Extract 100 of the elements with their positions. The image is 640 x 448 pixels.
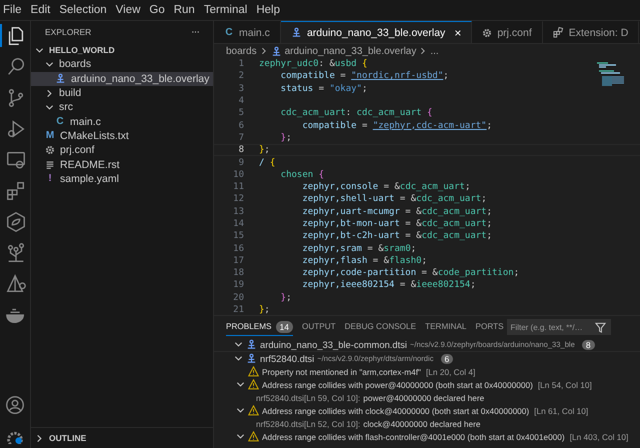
extensions-icon[interactable]	[5, 180, 27, 202]
line-number: 19	[232, 280, 245, 290]
breadcrumb-item[interactable]: ...	[430, 46, 439, 56]
c-file-icon: C	[55, 116, 65, 127]
chevron-down-icon[interactable]	[234, 354, 243, 363]
c-file-icon: C	[224, 28, 234, 38]
line-number: 9	[238, 158, 245, 168]
workspace-root[interactable]: HELLO_WORLD	[31, 43, 213, 58]
explorer-title: EXPLORER	[45, 27, 92, 37]
filter-field[interactable]: Filter (e.g. text, **/…	[506, 319, 611, 335]
breadcrumb-item[interactable]: arduino_nano_33_ble.overlay	[284, 46, 416, 56]
code-line: compatible = "zephyr,cdc-acm-uart";	[301, 120, 492, 131]
panel-tab[interactable]: DEBUG CONSOLE	[344, 318, 416, 336]
breadcrumb-item[interactable]: boards	[226, 46, 257, 56]
menu-item[interactable]: File	[3, 4, 22, 16]
run-debug-icon[interactable]	[5, 118, 27, 140]
editor-tab[interactable]: Extension: D	[542, 21, 640, 43]
circuit-board-icon	[270, 46, 282, 56]
related-message: clock@40000000 declared here	[363, 418, 481, 428]
menu-item[interactable]: Run	[174, 4, 195, 16]
code-line: / {	[259, 158, 276, 168]
chevron-right-icon[interactable]	[45, 88, 54, 98]
exclamation-icon: !	[45, 174, 55, 184]
problem-message[interactable]: Address range collides with flash-controller@4001e000 (both start at 0x4001e000)	[262, 432, 565, 442]
problem-message[interactable]: Address range collides with power@40000000 (both start at 0x40000000)	[262, 380, 533, 390]
problem-file-name[interactable]: nrf52840.dtsi	[260, 353, 314, 364]
triangle-icon[interactable]	[5, 272, 27, 294]
file-tree-item[interactable]: C main.c	[31, 114, 213, 129]
panel-tab[interactable]: TERMINAL	[425, 318, 466, 336]
warning-icon	[248, 366, 259, 377]
related-location[interactable]: nrf52840.dtsi[Ln 59, Col 10]:	[256, 392, 360, 402]
line-number: 21	[232, 305, 245, 316]
code-line: zephyr_udc0: &usbd {	[259, 59, 368, 70]
problem-location: [Ln 61, Col 10]	[534, 406, 588, 416]
document-lines-icon	[45, 160, 55, 170]
code-line: zephyr,uart-mcumgr = &cdc_acm_uart;	[301, 206, 492, 217]
editor-tab[interactable]: arduino_nano_33_ble.overlay ×	[280, 21, 472, 43]
line-number: 15	[232, 231, 245, 242]
file-tree-item[interactable]: M CMakeLists.txt	[31, 128, 213, 144]
file-tree-item[interactable]: arduino_nano_33_ble.overlay	[31, 72, 213, 86]
code-line: };	[259, 145, 270, 156]
related-location[interactable]: nrf52840.dtsi[Ln 52, Col 10]:	[256, 418, 360, 428]
line-number: 1	[238, 59, 245, 70]
menu-item[interactable]: Selection	[59, 4, 107, 16]
panel-tab[interactable]: PROBLEMS 14	[226, 318, 293, 336]
hexagon-logo-icon[interactable]	[5, 210, 27, 232]
chevron-down-icon[interactable]	[236, 380, 245, 389]
more-actions-button[interactable]: ···	[191, 26, 199, 38]
warning-icon	[248, 431, 259, 442]
line-number: 5	[238, 108, 245, 118]
outline-section-header[interactable]: OUTLINE	[31, 427, 213, 448]
filter-icon[interactable]	[594, 322, 606, 332]
panel-tab[interactable]: PORTS	[475, 318, 504, 336]
menu-item[interactable]: Help	[256, 4, 280, 16]
chevron-down-icon[interactable]	[45, 102, 54, 112]
circuit-board-icon	[246, 339, 257, 350]
code-line: };	[259, 305, 270, 316]
menu-item[interactable]: Edit	[30, 4, 50, 16]
line-number: 11	[232, 182, 245, 192]
code-line: zephyr,bt-c2h-uart = &cdc_acm_uart;	[301, 231, 492, 242]
file-tree-item[interactable]: README.rst	[31, 157, 213, 172]
line-number: 13	[232, 206, 245, 217]
chevron-down-icon[interactable]	[236, 406, 245, 415]
editor-tab[interactable]: prj.conf	[472, 21, 543, 43]
chevron-right-icon[interactable]	[35, 434, 44, 442]
problem-location: [Ln 54, Col 10]	[538, 380, 592, 390]
account-icon[interactable]	[4, 394, 26, 416]
problem-count-badge: 8	[582, 340, 595, 350]
m-file-icon: M	[45, 130, 55, 141]
warning-icon	[248, 405, 259, 416]
tree-branches-icon[interactable]	[5, 242, 27, 264]
line-number: 6	[238, 120, 245, 131]
gear-icon	[482, 28, 492, 38]
file-tree-item[interactable]: prj.conf	[31, 143, 213, 158]
code-line: zephyr,console = &cdc_acm_uart;	[301, 182, 470, 192]
chevron-right-icon	[260, 47, 268, 55]
menu-item[interactable]: Terminal	[204, 4, 248, 16]
line-number: 4	[238, 96, 245, 106]
file-tree-item[interactable]: build	[31, 86, 213, 100]
line-number: 20	[232, 292, 245, 303]
code-line: zephyr,shell-uart = &cdc_acm_uart;	[301, 194, 487, 204]
code-line: zephyr,sram = &sram0;	[301, 244, 416, 254]
code-line: };	[280, 292, 292, 303]
line-number: 17	[232, 256, 245, 266]
file-tree-item[interactable]: boards	[31, 57, 213, 72]
problem-file-name[interactable]: arduino_nano_33_ble-common.dtsi	[260, 339, 407, 350]
chevron-down-icon[interactable]	[236, 432, 245, 441]
line-number: 14	[232, 219, 245, 229]
line-number: 7	[238, 132, 245, 143]
chevron-down-icon[interactable]	[234, 340, 243, 349]
code-line: compatible = "nordic,nrf-usbd";	[280, 71, 449, 82]
problem-location: [Ln 20, Col 4]	[426, 366, 476, 376]
file-tree-item[interactable]: ! sample.yaml	[31, 172, 213, 186]
file-tree-item[interactable]: src	[31, 100, 213, 114]
menu-item[interactable]: Go	[149, 4, 165, 16]
panel-tab[interactable]: OUTPUT	[302, 318, 336, 336]
problem-message[interactable]: Address range collides with clock@40000000 (both start at 0x40000000)	[262, 406, 530, 416]
problem-message[interactable]: Property not mentioned in "arm,cortex-m4f"	[262, 366, 421, 376]
menu-item[interactable]: View	[116, 4, 140, 16]
line-number: 16	[232, 244, 245, 254]
